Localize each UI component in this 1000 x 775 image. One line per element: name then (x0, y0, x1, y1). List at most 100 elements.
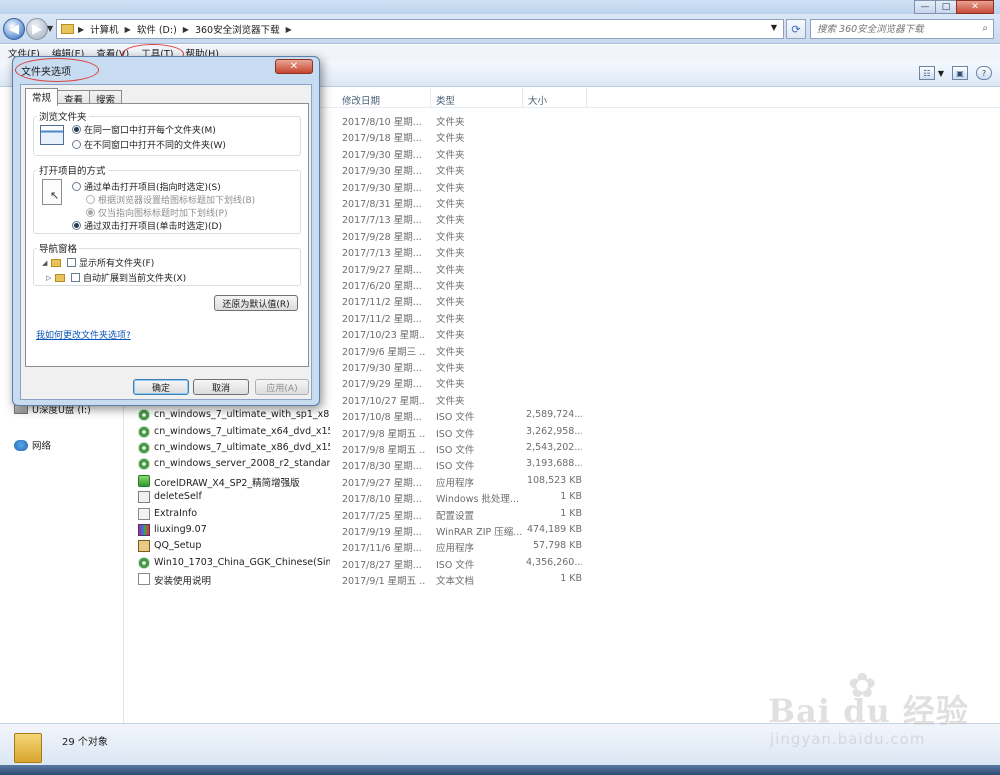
file-row[interactable]: QQ_Setup 2017/11/6 星期... 应用程序 57,798 KB (124, 538, 1000, 554)
column-divider[interactable] (522, 88, 523, 108)
file-type: 文件夹 (436, 149, 465, 161)
file-row[interactable]: deleteSelf 2017/8/10 星期... Windows 批处理... 1… (124, 489, 1000, 505)
file-type: 文件夹 (436, 330, 465, 342)
chevron-right-icon[interactable]: ▶ (286, 25, 292, 34)
file-row[interactable]: CorelDRAW_X4_SP2_精简增强版 2017/9/27 星期... 应用程… (124, 473, 1000, 489)
sidebar-item-network[interactable]: 网络 (14, 438, 51, 452)
back-button[interactable]: ◀ (3, 18, 25, 40)
search-icon[interactable]: ⌕ (982, 23, 988, 34)
file-size: 474,189 KB (526, 524, 582, 535)
radio-unchecked[interactable] (72, 182, 81, 191)
file-row[interactable]: 安装使用说明 2017/9/1 星期五 ... 文本文档 1 KB (124, 571, 1000, 587)
file-type: 文件夹 (436, 395, 465, 407)
column-date[interactable]: 修改日期 (342, 93, 380, 107)
radio-checked[interactable] (72, 125, 81, 134)
file-date: 2017/10/27 星期... (342, 395, 426, 407)
close-button[interactable]: ✕ (956, 0, 994, 14)
recent-pages-dropdown[interactable]: ▼ (47, 24, 53, 33)
help-icon[interactable]: ? (976, 66, 992, 80)
tab-general[interactable]: 常规 (25, 88, 59, 106)
file-date: 2017/8/10 星期... (342, 494, 422, 506)
radio-unchecked[interactable] (86, 195, 95, 204)
open-same-window-option[interactable]: 在同一窗口中打开每个文件夹(M) (72, 123, 216, 136)
checkbox[interactable] (67, 258, 76, 267)
double-click-option[interactable]: 通过双击打开项目(单击时选定)(D) (72, 219, 222, 232)
file-type: 应用程序 (436, 477, 475, 489)
file-date: 2017/9/30 星期... (342, 182, 422, 194)
underline-hover-option[interactable]: 仅当指向图标标题时加下划线(P) (86, 206, 227, 219)
refresh-icon: ⟳ (791, 22, 801, 36)
maximize-button[interactable]: □ (935, 0, 957, 14)
chevron-right-icon[interactable]: ▶ (125, 25, 131, 34)
file-type: Windows 批处理... (436, 494, 519, 506)
cancel-button[interactable]: 取消 (193, 379, 249, 395)
single-click-option[interactable]: 通过单击打开项目(指向时选定)(S) (72, 180, 221, 193)
column-type[interactable]: 类型 (436, 93, 455, 107)
file-type: ISO 文件 (436, 559, 475, 571)
iso-icon (138, 458, 150, 471)
underline-browser-option[interactable]: 根据浏览器设置给图标标题加下划线(B) (86, 193, 255, 206)
column-divider[interactable] (586, 88, 587, 108)
refresh-button[interactable]: ⟳ (786, 19, 806, 39)
file-row[interactable]: cn_windows_7_ultimate_with_sp1_x86_... 20… (124, 407, 1000, 423)
windows-icon (40, 125, 64, 145)
file-type: WinRAR ZIP 压缩... (436, 527, 523, 538)
file-date: 2017/9/29 星期... (342, 379, 422, 391)
file-date: 2017/9/8 星期五 ... (342, 428, 426, 440)
file-type: 文件夹 (436, 248, 465, 260)
bat-icon (138, 491, 150, 504)
checkbox[interactable] (71, 273, 80, 282)
breadcrumb-computer[interactable]: 计算机 (90, 22, 119, 36)
file-date: 2017/9/8 星期五 ... (342, 445, 426, 456)
column-divider[interactable] (430, 88, 431, 108)
radio-unchecked[interactable] (72, 140, 81, 149)
file-date: 2017/8/30 星期... (342, 461, 422, 473)
radio-checked[interactable] (86, 208, 95, 217)
forward-button[interactable]: ▶ (26, 18, 48, 40)
chevron-down-icon[interactable]: ▼ (938, 69, 944, 78)
search-box[interactable]: ⌕ (810, 19, 994, 39)
file-row[interactable]: cn_windows_7_ultimate_x86_dvd_x15-... 201… (124, 440, 1000, 456)
exe-icon (138, 474, 150, 487)
view-mode-icon[interactable]: ☷ (918, 66, 935, 80)
taskbar[interactable] (0, 765, 1000, 775)
file-type: 文件夹 (436, 264, 465, 276)
address-bar[interactable]: ▶ 计算机 ▶ 软件 (D:) ▶ 360安全浏览器下载 ▶ ▼ (56, 19, 784, 39)
file-name: deleteSelf (154, 491, 202, 503)
minimize-button[interactable]: — (914, 0, 936, 14)
chevron-down-icon[interactable]: ▼ (771, 23, 777, 32)
iso-icon (138, 409, 150, 422)
preview-pane-icon[interactable]: ▣ (952, 66, 968, 80)
file-row[interactable]: ExtraInfo 2017/7/25 星期... 配置设置 1 KB (124, 506, 1000, 522)
watermark-logo-text: Bai du 经验 (768, 692, 969, 730)
chevron-right-icon[interactable]: ▶ (78, 25, 84, 34)
file-type: 文件夹 (436, 133, 465, 145)
search-input[interactable] (817, 23, 977, 35)
breadcrumb-folder[interactable]: 360安全浏览器下载 (195, 22, 280, 36)
group-label: 打开项目的方式 (37, 163, 108, 177)
dialog-close-button[interactable]: ✕ (275, 59, 313, 74)
apply-button[interactable]: 应用(A) (255, 379, 309, 395)
chevron-right-icon[interactable]: ▶ (183, 25, 189, 34)
auto-expand-option[interactable]: ▷ 自动扩展到当前文件夹(X) (42, 271, 186, 284)
file-type: ISO 文件 (436, 412, 475, 424)
file-row[interactable]: cn_windows_server_2008_r2_standard... 201… (124, 456, 1000, 472)
help-link[interactable]: 我如何更改文件夹选项? (36, 328, 131, 341)
file-type: 文件夹 (436, 182, 465, 194)
file-date: 2017/9/30 星期... (342, 149, 422, 161)
file-date: 2017/9/27 星期... (342, 477, 422, 489)
restore-defaults-button[interactable]: 还原为默认值(R) (214, 295, 298, 311)
arrow-right-icon: ▶ (32, 21, 42, 37)
file-name: QQ_Setup (154, 540, 202, 552)
column-size[interactable]: 大小 (528, 93, 547, 107)
radio-checked[interactable] (72, 221, 81, 230)
file-row[interactable]: Win10_1703_China_GGK_Chinese(Sim... 2017/… (124, 555, 1000, 571)
breadcrumb-drive[interactable]: 软件 (D:) (137, 22, 177, 36)
address-bar-area: ◀ ▶ ▼ ▶ 计算机 ▶ 软件 (D:) ▶ 360安全浏览器下载 ▶ ▼ ⟳… (0, 14, 1000, 44)
file-row[interactable]: cn_windows_7_ultimate_x64_dvd_x15-... 201… (124, 424, 1000, 440)
open-new-window-option[interactable]: 在不同窗口中打开不同的文件夹(W) (72, 138, 226, 151)
file-name: liuxing9.07 (154, 524, 207, 535)
ok-button[interactable]: 确定 (133, 379, 189, 395)
show-all-folders-option[interactable]: ◢ 显示所有文件夹(F) (42, 256, 154, 269)
file-row[interactable]: liuxing9.07 2017/9/19 星期... WinRAR ZIP 压缩.… (124, 522, 1000, 538)
